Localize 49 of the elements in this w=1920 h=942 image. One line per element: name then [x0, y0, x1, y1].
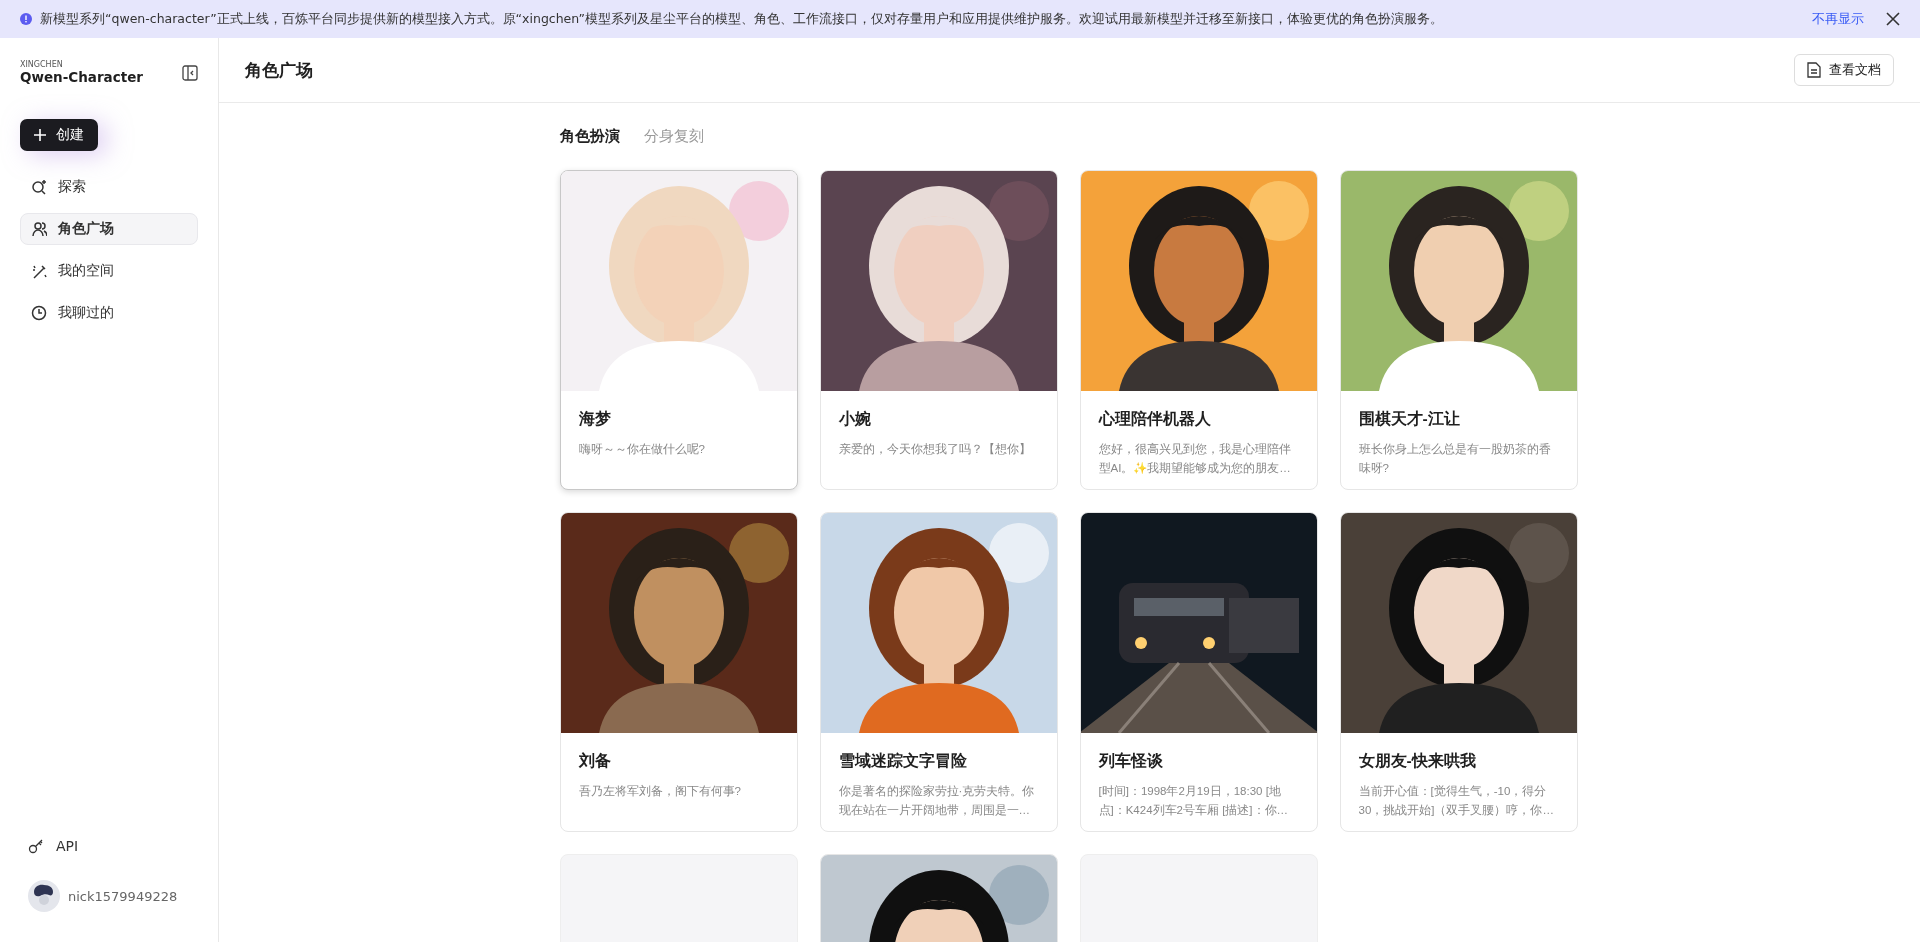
- people-icon: [31, 221, 47, 237]
- dismiss-link[interactable]: 不再显示: [1812, 10, 1864, 28]
- character-card[interactable]: 小婉 亲爱的，今天你想我了吗？【想你】: [819, 170, 1058, 490]
- notice-text: 新模型系列“qwen-character”正式上线，百炼平台同步提供新的模型接入方式。原“xingchen”模型系列及星尘平台的模型、角色、工作流接口，仅对存量用户和应用提供维护服务。欢迎试用最新模型并迁移至新接口，体验更优的角色扮演服务。: [40, 10, 1445, 28]
- character-description: [时间]：1998年2月19日，18:30 [地点]：K424列车2号车厢 [描述]：你…: [1098, 784, 1290, 818]
- character-name: 列车怪谈: [1098, 751, 1164, 771]
- character-name: 小婉: [838, 409, 872, 429]
- avatar-icon[interactable]: [28, 880, 60, 912]
- key-icon: [28, 838, 44, 854]
- character-name: 海梦: [578, 409, 612, 429]
- character-card[interactable]: 海梦 嗨呀～～你在做什么呢?: [559, 170, 798, 490]
- character-name: 女朋友-快来哄我: [1358, 751, 1477, 771]
- clock-icon: [31, 305, 47, 321]
- docs-button[interactable]: 查看文档: [1794, 54, 1894, 86]
- sidebar-toggle-icon[interactable]: [182, 64, 198, 81]
- character-description: 嗨呀～～你在做什么呢?: [578, 442, 706, 457]
- close-icon[interactable]: [1886, 12, 1900, 26]
- character-card[interactable]: 女朋友-快来哄我 当前开心值：[觉得生气，-10，得分30，挑战开始]（双手叉腰）哼，你…: [1339, 512, 1578, 832]
- character-card[interactable]: 雪域迷踪文字冒险 你是著名的探险家劳拉·克劳夫特。你现在站在一片开阔地带，周围是一…: [819, 512, 1058, 832]
- page-title: 角色广场: [245, 58, 313, 82]
- character-card[interactable]: 列车怪谈 [时间]：1998年2月19日，18:30 [地点]：K424列车2号车厢 [描述]：你…: [1079, 512, 1318, 832]
- document-icon: [1807, 62, 1821, 78]
- info-icon: [20, 13, 32, 25]
- character-name: 心理陪伴机器人: [1098, 409, 1212, 429]
- plus-icon: [34, 129, 46, 141]
- nav-item[interactable]: 探索: [20, 171, 198, 203]
- character-description: 你是著名的探险家劳拉·克劳夫特。你现在站在一片开阔地带，周围是一…: [838, 784, 1036, 818]
- character-description: 班长你身上怎么总是有一股奶茶的香味呀?: [1358, 442, 1552, 476]
- username: nick1579949228: [68, 888, 178, 904]
- character-card[interactable]: 刘备 吾乃左将军刘备，阁下有何事?: [559, 512, 798, 832]
- character-name: 雪域迷踪文字冒险: [838, 751, 968, 771]
- character-description: 亲爱的，今天你想我了吗？【想你】: [838, 442, 1032, 457]
- brand-name: Qwen-Character: [20, 69, 143, 85]
- tab[interactable]: 角色扮演: [559, 127, 620, 146]
- character-card[interactable]: 围棋天才-江让 班长你身上怎么总是有一股奶茶的香味呀?: [1339, 170, 1578, 490]
- explore-icon: [31, 179, 47, 195]
- character-description: 吾乃左将军刘备，阁下有何事?: [578, 784, 742, 799]
- nav-item[interactable]: 我聊过的: [20, 297, 198, 329]
- character-card[interactable]: 心理陪伴机器人 您好，很高兴见到您，我是心理陪伴型AI。✨我期望能够成为您的朋友…: [1079, 170, 1318, 490]
- character-description: 当前开心值：[觉得生气，-10，得分30，挑战开始]（双手叉腰）哼，你…: [1358, 784, 1555, 818]
- character-name: 刘备: [578, 751, 612, 771]
- create-button[interactable]: 创建: [20, 119, 98, 151]
- magic-wand-icon: [31, 263, 47, 279]
- brand-caption: XINGCHEN: [20, 60, 64, 69]
- nav-item[interactable]: 我的空间: [20, 255, 198, 287]
- character-description: 您好，很高兴见到您，我是心理陪伴型AI。✨我期望能够成为您的朋友…: [1098, 442, 1292, 476]
- api-link[interactable]: API: [20, 838, 198, 854]
- nav-item[interactable]: 角色广场: [20, 213, 198, 245]
- character-name: 围棋天才-江让: [1358, 409, 1461, 429]
